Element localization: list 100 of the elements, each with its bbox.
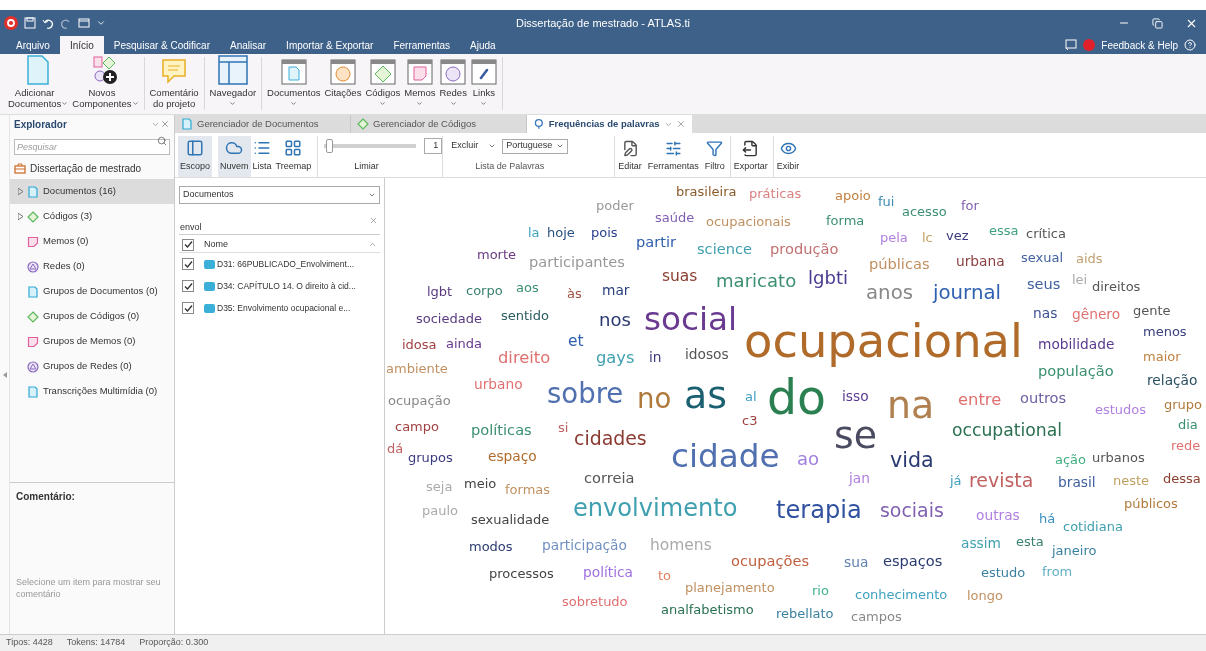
toolbar-button[interactable]: Exibir [772,136,803,177]
ribbon-button[interactable]: Comentário do projeto [147,57,201,113]
feedback-link[interactable]: Feedback & Help [1101,37,1178,53]
expand-arrow-icon[interactable] [18,213,23,220]
tree-item[interactable]: Códigos (3) [10,204,174,229]
ribbon-button[interactable]: Memos [402,57,438,113]
undo-icon[interactable] [42,17,54,29]
tree-item[interactable]: Documentos (16) [10,179,174,204]
comment-hint: Selecione um item para mostrar seu comentário [16,576,162,600]
restore-icon[interactable] [1152,17,1163,29]
comment-heading: Comentário: [16,490,76,504]
save-icon[interactable] [24,17,36,29]
tree-item[interactable]: Grupos de Memos (0) [10,329,174,354]
cloud-word: urbanos [1092,450,1145,464]
column-header[interactable]: Nome [204,237,228,252]
cloud-word: às [567,286,582,300]
ribbon-button[interactable]: Adicionar Documentos [6,57,71,113]
cloud-word: journal [933,282,1002,303]
filter-field[interactable]: envol [179,220,380,235]
menu-tab[interactable]: Início [59,36,104,54]
sort-icon[interactable] [368,240,377,249]
menu-tab[interactable]: Arquivo [6,36,60,54]
toolbar-button[interactable]: Ferramentas [644,136,702,177]
cloud-word: produção [770,241,839,257]
language-dropdown[interactable]: Portuguese [502,138,569,154]
threshold-slider[interactable] [324,138,417,154]
cloud-word: aids [1076,251,1103,265]
ribbon-button[interactable]: Redes [437,57,469,113]
cloud-word: vida [890,450,934,471]
search-field[interactable]: Pesquisar [14,139,170,155]
tree-item[interactable]: Memos (0) [10,229,174,254]
caret-icon[interactable] [488,142,497,150]
view-button[interactable]: Escopo [178,136,213,177]
ribbon-label: Memos [404,87,436,98]
scope-dropdown[interactable]: Documentos [179,186,380,204]
ribbon-button[interactable]: Novos Componentes [70,57,141,113]
document-name[interactable]: D35: Envolvimento ocupacional e... [217,301,351,315]
cloud-word: idosos [685,348,729,363]
ribbon-button[interactable]: Documentos [265,57,323,113]
cloud-word: apoio [835,188,871,202]
clear-icon[interactable] [369,216,378,225]
cloud-word: grupo [1164,397,1203,411]
expand-arrow-icon[interactable] [18,188,23,195]
menu-tab[interactable]: Ferramentas [383,36,461,54]
cloud-word: rebellato [776,606,834,620]
diamond-icon [27,310,39,323]
cloud-word: isso [842,390,869,405]
tree-item[interactable]: Grupos de Redes (0) [10,354,174,379]
document-name[interactable]: D31: 66PUBLICADO_Envolviment... [217,257,354,271]
tree-item[interactable]: Grupos de Documentos (0) [10,279,174,304]
slider-thumb[interactable] [326,139,333,153]
caret-icon [556,142,565,150]
cloud-word: relação [1147,374,1198,389]
menu-tab[interactable]: Analisar [219,36,277,54]
toolbar-button[interactable]: Editar [614,136,645,177]
cloud-word: planejamento [685,580,775,594]
tree-item-label: Transcrições Multimídia (0) [43,384,158,399]
ribbon-button[interactable]: Citações [322,57,364,113]
view-button[interactable]: Lista [250,136,274,177]
menu-tab[interactable]: Ajuda [460,36,506,54]
toolbar-button[interactable]: Exportar [729,136,771,177]
redo-icon[interactable] [60,17,72,29]
filter-icon [706,139,724,157]
checkbox[interactable] [182,238,194,251]
window-icon[interactable] [78,17,90,29]
cloud-word: ocupações [731,553,810,569]
cloud-word: brasileira [676,184,737,198]
threshold-value[interactable]: 1 [424,138,443,154]
scope-icon [186,139,204,158]
ribbon-label: Links [472,87,495,98]
tree-item[interactable]: Transcrições Multimídia (0) [10,379,174,404]
document-name[interactable]: D34: CAPÍTULO 14. O direito à cid... [217,279,356,293]
menu-tab[interactable]: Pesquisar & Codificar [103,36,220,54]
cloud-word: idosa [402,337,437,351]
checkbox[interactable] [182,302,194,314]
tree-item[interactable]: Redes (0) [10,254,174,279]
cloud-word: for [961,198,979,212]
ribbon-button[interactable]: Códigos [363,57,403,113]
diamond-icon [27,210,39,223]
ribbon-button[interactable]: Navegador [207,57,259,113]
close-icon[interactable] [160,119,170,129]
cloud-word: há [1039,511,1056,525]
checkbox[interactable] [182,280,194,292]
help-icon[interactable] [1184,39,1196,51]
collapse-icon[interactable] [2,371,7,378]
menu-tab[interactable]: Importar & Exportar [276,36,384,54]
tools-icon [664,139,682,157]
cloud-word: et [568,334,584,350]
cloud-word: ao [797,449,820,468]
view-button[interactable]: Nuvem [218,136,251,177]
tree-item[interactable]: Grupos de Códigos (0) [10,304,174,329]
view-button[interactable]: Treemap [273,136,314,177]
toolbar-button[interactable]: Filtro [701,136,728,177]
feedback-icon[interactable] [1065,39,1078,51]
checkbox[interactable] [182,258,194,270]
cloud-word: si [558,420,569,434]
cloud-word: nas [1033,307,1058,322]
ribbon-button[interactable]: Links [468,57,499,113]
tree-item-label: Memos (0) [43,234,89,249]
customize-icon[interactable] [96,18,106,28]
